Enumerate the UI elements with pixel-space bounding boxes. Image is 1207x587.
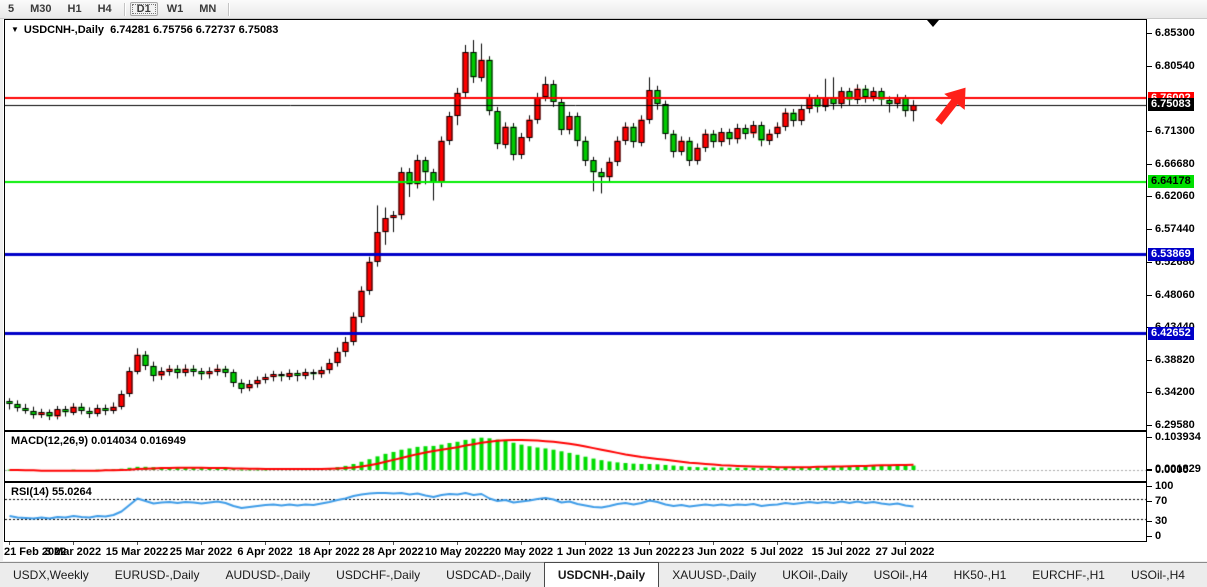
date-tick bbox=[201, 542, 202, 545]
chart-tab-xauusd-daily[interactable]: XAUUSD-,Daily bbox=[659, 563, 769, 587]
date-label: 15 Mar 2022 bbox=[106, 546, 168, 558]
timeframe-button-mn[interactable]: MN bbox=[192, 2, 223, 16]
date-axis: 21 Feb 20223 Mar 202215 Mar 202225 Mar 2… bbox=[4, 542, 1147, 560]
price-tag-6.64178: 6.64178 bbox=[1148, 175, 1194, 188]
rsi-axis-0: 0 bbox=[1147, 530, 1161, 543]
series-end-triangle-marker[interactable] bbox=[927, 20, 939, 27]
timeframe-button-h1[interactable]: H1 bbox=[61, 2, 89, 16]
chart-tab-bar: USDX,WeeklyEURUSD-,DailyAUDUSD-,DailyUSD… bbox=[0, 562, 1207, 587]
chart-tab-usdcad-daily[interactable]: USDCAD-,Daily bbox=[433, 563, 544, 587]
date-label: 3 Mar 2022 bbox=[45, 546, 101, 558]
price-tag-6.75083: 6.75083 bbox=[1148, 98, 1194, 111]
chart-tab-ukoil-daily[interactable]: UKOil-,Daily bbox=[769, 563, 860, 587]
date-label: 10 May 2022 bbox=[425, 546, 489, 558]
date-label: 25 Mar 2022 bbox=[170, 546, 232, 558]
rsi-axis-30: 30 bbox=[1147, 515, 1167, 528]
date-label: 18 Apr 2022 bbox=[298, 546, 359, 558]
chart-symbol-period: USDCNH-,Daily bbox=[24, 24, 104, 36]
date-tick bbox=[905, 542, 906, 545]
date-tick bbox=[9, 542, 10, 545]
timeframe-button-d1[interactable]: D1 bbox=[130, 2, 158, 16]
date-tick bbox=[585, 542, 586, 545]
price-axis: 6.85300 6.80540 6.71300 6.66680 6.62060 6.574… bbox=[1147, 19, 1207, 561]
price-tick-6.34200: 6.34200 bbox=[1147, 386, 1195, 399]
date-label: 28 Apr 2022 bbox=[362, 546, 423, 558]
chart-tab-eurchf-h1[interactable]: EURCHF-,H1 bbox=[1019, 563, 1118, 587]
date-tick bbox=[521, 542, 522, 545]
date-tick bbox=[841, 542, 842, 545]
toolbar-separator bbox=[228, 3, 229, 16]
date-tick bbox=[777, 542, 778, 545]
price-tick-6.38820: 6.38820 bbox=[1147, 354, 1195, 367]
tab-scroll-arrows: ◄► bbox=[1198, 563, 1207, 587]
date-tick bbox=[393, 542, 394, 545]
price-tick-6.62060: 6.62060 bbox=[1147, 190, 1195, 203]
date-tick bbox=[73, 542, 74, 545]
price-tick-6.29580: 6.29580 bbox=[1147, 419, 1195, 432]
date-label: 5 Jul 2022 bbox=[751, 546, 804, 558]
date-label: 6 Apr 2022 bbox=[237, 546, 292, 558]
chart-tab-usoil-h4[interactable]: USOil-,H4 bbox=[1118, 563, 1198, 587]
date-label: 1 Jun 2022 bbox=[557, 546, 613, 558]
rsi-panel bbox=[4, 482, 1147, 542]
macd-label: MACD(12,26,9) 0.014034 0.016949 bbox=[11, 435, 186, 447]
date-label: 15 Jul 2022 bbox=[812, 546, 871, 558]
chart-tab-usdchf-daily[interactable]: USDCHF-,Daily bbox=[323, 563, 433, 587]
rsi-canvas[interactable] bbox=[5, 483, 1146, 541]
chart-ohlc-values: 6.74281 6.75756 6.72737 6.75083 bbox=[110, 24, 278, 36]
date-tick bbox=[137, 542, 138, 545]
price-tick-6.66680: 6.66680 bbox=[1147, 158, 1195, 171]
rsi-axis-100: 100 bbox=[1147, 480, 1173, 493]
date-label: 13 Jun 2022 bbox=[618, 546, 680, 558]
date-tick bbox=[713, 542, 714, 545]
price-tick-6.80540: 6.80540 bbox=[1147, 60, 1195, 73]
rsi-label: RSI(14) 55.0264 bbox=[11, 486, 92, 498]
date-tick bbox=[265, 542, 266, 545]
timeframe-button-w1[interactable]: W1 bbox=[160, 2, 191, 16]
date-label: 20 May 2022 bbox=[489, 546, 553, 558]
date-tick bbox=[649, 542, 650, 545]
price-tag-6.42652: 6.42652 bbox=[1148, 327, 1194, 340]
date-tick bbox=[329, 542, 330, 545]
date-label: 27 Jul 2022 bbox=[876, 546, 935, 558]
timeframe-toolbar: 5M30H1H4 D1W1MN bbox=[0, 0, 1207, 19]
date-label: 23 Jun 2022 bbox=[682, 546, 744, 558]
chart-tab-hk50-h1[interactable]: HK50-,H1 bbox=[941, 563, 1020, 587]
toolbar-separator bbox=[124, 3, 125, 16]
price-tick-6.57440: 6.57440 bbox=[1147, 223, 1195, 236]
macd-axis-max: 0.103934 bbox=[1147, 431, 1201, 444]
red-arrow-object[interactable] bbox=[928, 79, 976, 131]
price-tick-6.85300: 6.85300 bbox=[1147, 27, 1195, 40]
timeframe-button-m30[interactable]: M30 bbox=[23, 2, 58, 16]
date-tick bbox=[457, 542, 458, 545]
chart-title: ▼ USDCNH-,Daily 6.74281 6.75756 6.72737 6… bbox=[11, 24, 278, 36]
symbol-dropdown-icon[interactable]: ▼ bbox=[11, 25, 19, 34]
price-tag-6.53869: 6.53869 bbox=[1148, 248, 1194, 261]
timeframe-button-5[interactable]: 5 bbox=[1, 2, 21, 16]
chart-tab-usoil-h4[interactable]: USOil-,H4 bbox=[861, 563, 941, 587]
chart-tab-usdcnh-daily[interactable]: USDCNH-,Daily bbox=[544, 562, 659, 587]
price-tick-6.71300: 6.71300 bbox=[1147, 125, 1195, 138]
chart-tab-usdx-weekly[interactable]: USDX,Weekly bbox=[0, 563, 102, 587]
chart-tab-eurusd-daily[interactable]: EURUSD-,Daily bbox=[102, 563, 213, 587]
timeframe-button-h4[interactable]: H4 bbox=[91, 2, 119, 16]
chart-tab-audusd-daily[interactable]: AUDUSD-,Daily bbox=[212, 563, 323, 587]
rsi-axis-70: 70 bbox=[1147, 495, 1167, 508]
macd-axis-last: 0.001829 bbox=[1147, 463, 1201, 476]
price-tick-6.48060: 6.48060 bbox=[1147, 289, 1195, 302]
